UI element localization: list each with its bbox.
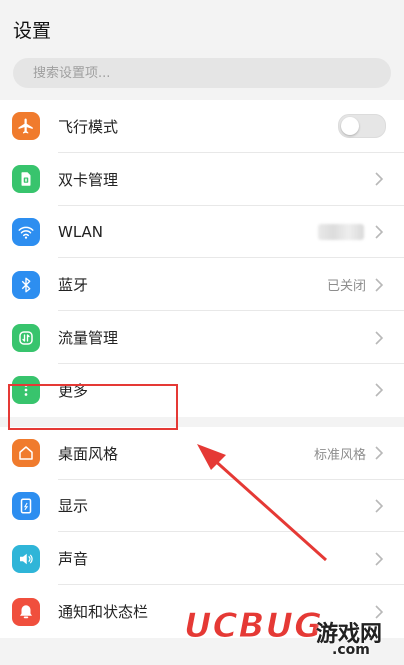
settings-row-label: WLAN [58, 222, 104, 241]
settings-row-label: 通知和状态栏 [58, 603, 149, 622]
chevron-right-icon [375, 383, 384, 397]
chevron-right-icon [375, 331, 384, 345]
speaker-icon [12, 544, 40, 573]
settings-row-label: 声音 [58, 550, 89, 569]
settings-row-more[interactable]: 更多 [0, 364, 404, 417]
chevron-right-icon [375, 172, 384, 186]
airplane-mode-toggle[interactable] [338, 114, 386, 139]
notification-icon [12, 597, 40, 626]
chevron-right-icon [375, 278, 384, 292]
data-usage-icon [12, 323, 40, 352]
chevron-right-icon [375, 604, 384, 619]
sim-card-icon [12, 165, 40, 194]
wlan-network-name-redacted [318, 223, 364, 240]
settings-row-label: 显示 [58, 497, 89, 516]
home-icon [12, 439, 40, 468]
settings-row-label: 双卡管理 [58, 170, 119, 189]
page-title: 设置 [13, 19, 52, 42]
chevron-right-icon [375, 552, 384, 566]
settings-row-home-style[interactable]: 桌面风格 标准风格 [0, 427, 404, 480]
airplane-icon [12, 112, 40, 141]
settings-row-dual-sim[interactable]: 双卡管理 [0, 153, 404, 206]
settings-row-data-usage[interactable]: 流量管理 [0, 311, 404, 364]
more-icon [12, 376, 40, 405]
display-icon [12, 491, 40, 520]
settings-row-wlan[interactable]: WLAN [0, 206, 404, 259]
wifi-icon [12, 217, 40, 246]
settings-row-airplane-mode[interactable]: 飞行模式 [0, 100, 404, 153]
settings-row-notifications[interactable]: 通知和状态栏 [0, 585, 404, 638]
settings-row-label: 流量管理 [58, 329, 119, 348]
settings-group-network: 飞行模式 双卡管理 WLAN 蓝牙 已关闭 流量管理 更多 [0, 100, 404, 417]
settings-row-display[interactable]: 显示 [0, 480, 404, 533]
search-bar [0, 58, 404, 98]
settings-group-device: 桌面风格 标准风格 显示 声音 通知和状态栏 [0, 426, 404, 638]
settings-row-sound[interactable]: 声音 [0, 532, 404, 585]
chevron-right-icon [375, 499, 384, 513]
chevron-right-icon [375, 225, 384, 239]
chevron-right-icon [375, 446, 384, 460]
search-input[interactable] [31, 64, 391, 82]
settings-row-label: 飞行模式 [58, 117, 119, 136]
settings-row-label: 桌面风格 [58, 444, 119, 463]
search-box[interactable] [13, 58, 391, 88]
settings-row-bluetooth[interactable]: 蓝牙 已关闭 [0, 258, 404, 311]
page-header: 设置 [0, 0, 404, 58]
watermark-domain: .com [332, 642, 370, 658]
toggle-knob [341, 117, 359, 136]
settings-row-label: 蓝牙 [58, 276, 89, 295]
bluetooth-status: 已关闭 [326, 279, 366, 295]
bluetooth-icon [12, 270, 40, 299]
home-style-value: 标准风格 [313, 447, 366, 463]
settings-row-label: 更多 [58, 381, 89, 400]
